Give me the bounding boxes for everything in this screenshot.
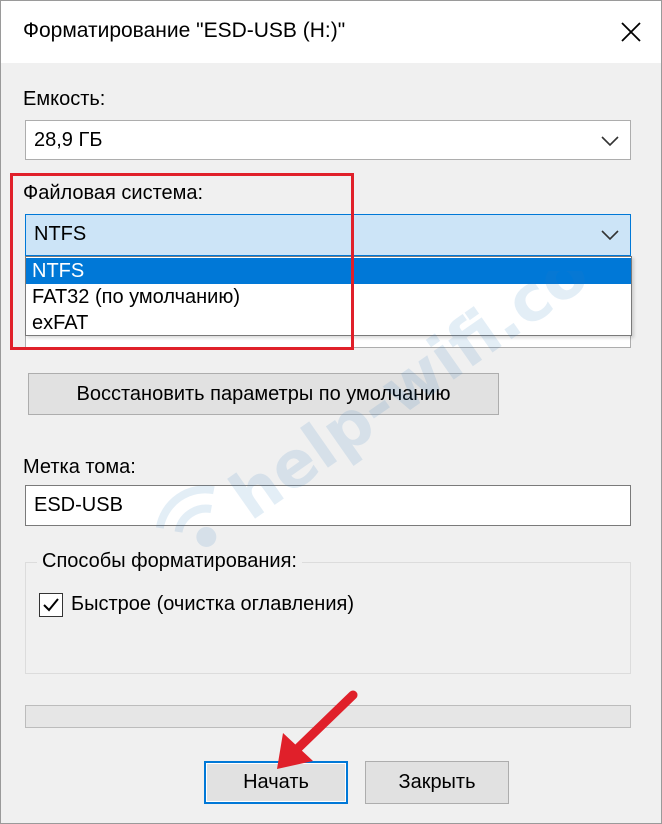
restore-defaults-button[interactable]: Восстановить параметры по умолчанию [28,373,499,415]
format-options-group [25,562,631,674]
allocation-select-edge [25,334,631,348]
file-system-option-exfat[interactable]: exFAT [26,310,631,336]
format-dialog: Форматирование "ESD-USB (H:)" Емкость: 2… [0,0,662,824]
volume-label-value: ESD-USB [34,494,123,516]
chevron-down-icon [601,230,619,241]
capacity-value: 28,9 ГБ [34,129,103,151]
capacity-label: Емкость: [23,88,106,110]
close-button[interactable] [601,1,661,63]
file-system-value: NTFS [34,223,87,245]
checkmark-icon [43,598,59,612]
file-system-label: Файловая система: [23,182,204,204]
window-title: Форматирование "ESD-USB (H:)" [23,19,346,42]
file-system-option-ntfs[interactable]: NTFS [26,258,631,284]
start-button[interactable]: Начать [204,761,348,804]
close-dialog-button[interactable]: Закрыть [365,761,509,804]
format-progress-bar [25,705,631,728]
file-system-select[interactable]: NTFS [25,214,631,256]
quick-format-checkbox[interactable] [39,593,63,617]
capacity-select[interactable]: 28,9 ГБ [25,120,631,160]
format-options-title: Способы форматирования: [37,550,302,573]
close-icon [621,22,641,42]
volume-label-label: Метка тома: [23,456,136,478]
file-system-option-fat32[interactable]: FAT32 (по умолчанию) [26,284,631,310]
chevron-down-icon [601,136,619,147]
file-system-dropdown: NTFS FAT32 (по умолчанию) exFAT [25,256,632,336]
wifi-dot-icon [196,526,217,547]
quick-format-label[interactable]: Быстрое (очистка оглавления) [71,593,354,616]
volume-label-input[interactable]: ESD-USB [25,485,631,526]
title-bar: Форматирование "ESD-USB (H:)" [1,1,661,63]
